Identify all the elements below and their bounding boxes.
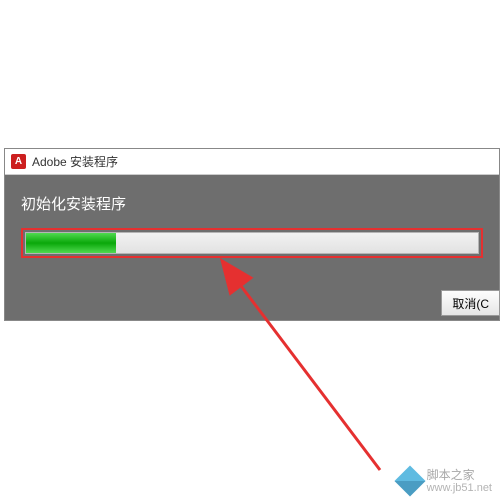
progress-fill xyxy=(26,233,116,253)
watermark: 脚本之家 www.jb51.net xyxy=(399,469,492,494)
cancel-button[interactable]: 取消(C xyxy=(441,290,500,316)
progress-highlight-box xyxy=(21,228,483,258)
adobe-logo-icon: A xyxy=(11,154,26,169)
watermark-name: 脚本之家 xyxy=(427,469,492,482)
watermark-url: www.jb51.net xyxy=(427,482,492,494)
status-text: 初始化安装程序 xyxy=(21,193,483,214)
titlebar[interactable]: A Adobe 安装程序 xyxy=(5,149,499,175)
watermark-text: 脚本之家 www.jb51.net xyxy=(427,469,492,494)
window-title: Adobe 安装程序 xyxy=(32,153,118,170)
dialog-footer: 取消(C xyxy=(5,286,499,320)
dialog-body: 初始化安装程序 xyxy=(5,175,499,286)
adobe-logo-letter: A xyxy=(15,156,22,167)
watermark-logo-icon xyxy=(394,466,425,497)
progress-bar xyxy=(25,232,479,254)
installer-dialog: A Adobe 安装程序 初始化安装程序 取消(C xyxy=(4,148,500,321)
